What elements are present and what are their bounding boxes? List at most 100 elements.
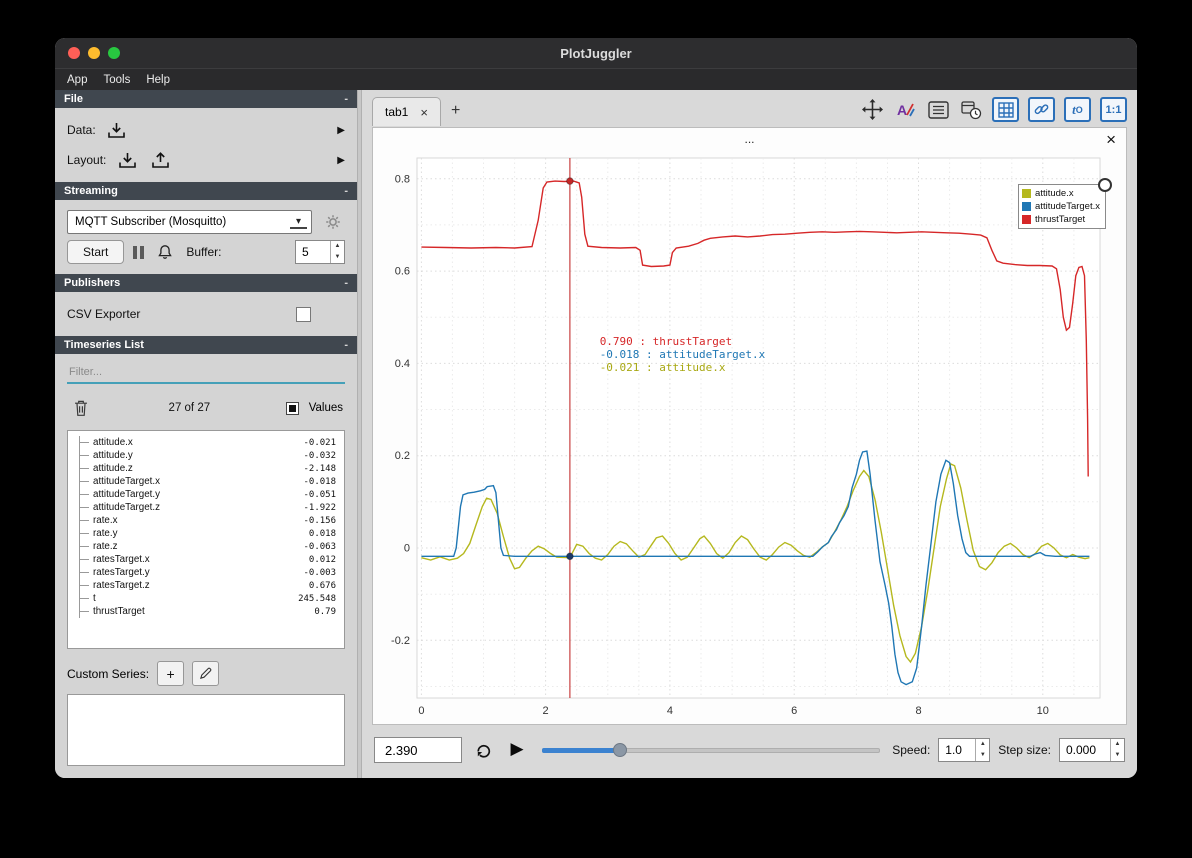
link-tracker-icon[interactable]	[1028, 97, 1055, 122]
timeseries-item-ratesTarget.z[interactable]: ratesTarget.z 0.676	[80, 579, 338, 592]
streaming-source-select[interactable]: MQTT Subscriber (Mosquitto) ▾	[67, 210, 312, 234]
add-custom-series-button[interactable]: +	[157, 661, 185, 686]
minimize-window-button[interactable]	[88, 47, 100, 59]
timeseries-name: ratesTarget.x	[93, 554, 150, 565]
legend-list-icon[interactable]	[926, 98, 950, 122]
menu-item-tools[interactable]: Tools	[95, 72, 138, 88]
spin-down-icon[interactable]: ▼	[976, 750, 989, 761]
svg-text:8: 8	[915, 705, 921, 717]
timeseries-item-rate.z[interactable]: rate.z -0.063	[80, 540, 338, 553]
zoom-window-button[interactable]	[108, 47, 120, 59]
menu-item-help[interactable]: Help	[138, 72, 178, 88]
custom-series-row: Custom Series: +	[55, 651, 357, 692]
pause-icon[interactable]	[133, 245, 145, 259]
section-title-file: File	[64, 93, 83, 105]
slider-handle[interactable]	[612, 743, 627, 757]
legend-item-attitude.x[interactable]: attitude.x	[1022, 187, 1100, 200]
tab-close-icon[interactable]: ×	[420, 105, 428, 120]
timeseries-name: rate.z	[93, 541, 118, 552]
spin-down-icon[interactable]: ▼	[331, 252, 344, 263]
t0-trim-icon[interactable]: tO	[1064, 97, 1091, 122]
start-button[interactable]: Start	[67, 240, 125, 264]
timeseries-item-rate.y[interactable]: rate.y 0.018	[80, 527, 338, 540]
timeseries-value: -0.032	[303, 450, 336, 461]
text-style-icon[interactable]: A	[893, 98, 917, 122]
loop-icon[interactable]	[470, 737, 496, 763]
timeseries-item-ratesTarget.x[interactable]: ratesTarget.x 0.012	[80, 553, 338, 566]
buffer-spinbox[interactable]: 5 ▲ ▼	[295, 240, 345, 264]
timeseries-item-rate.x[interactable]: rate.x -0.156	[80, 514, 338, 527]
load-layout-icon[interactable]	[115, 148, 139, 172]
collapse-icon[interactable]: -	[344, 185, 348, 197]
custom-series-list-box[interactable]	[67, 694, 345, 766]
timeseries-item-attitudeTarget.y[interactable]: attitudeTarget.y -0.051	[80, 488, 338, 501]
timeseries-item-thrustTarget[interactable]: thrustTarget 0.79	[80, 605, 338, 618]
datetime-clock-icon[interactable]	[959, 98, 983, 122]
plot-toolbar: A tO 1:1	[860, 97, 1127, 126]
data-label: Data:	[67, 123, 96, 137]
ratio-1-1-icon[interactable]: 1:1	[1100, 97, 1127, 122]
timeseries-item-attitudeTarget.x[interactable]: attitudeTarget.x -0.018	[80, 475, 338, 488]
collapse-icon[interactable]: -	[344, 277, 348, 289]
load-data-icon[interactable]	[105, 118, 129, 142]
time-slider[interactable]	[542, 739, 881, 761]
timeseries-item-attitudeTarget.z[interactable]: attitudeTarget.z -1.922	[80, 501, 338, 514]
svg-text:10: 10	[1037, 705, 1049, 717]
csv-exporter-checkbox[interactable]	[296, 306, 311, 322]
section-header-streaming[interactable]: Streaming -	[55, 182, 357, 200]
layout-expand-icon[interactable]: ▶	[337, 155, 345, 166]
data-expand-icon[interactable]: ▶	[337, 125, 345, 136]
legend-label: attitude.x	[1035, 188, 1074, 199]
legend-swatch	[1022, 202, 1032, 211]
plot-close-icon[interactable]: ×	[1106, 130, 1116, 150]
timeseries-list-box[interactable]: attitude.x -0.021 attitude.y -0.032 attitude…	[67, 430, 345, 649]
play-button[interactable]: ▶	[504, 737, 530, 763]
section-header-publishers[interactable]: Publishers -	[55, 274, 357, 292]
values-checkbox[interactable]	[285, 401, 299, 415]
svg-text:0.6: 0.6	[395, 266, 410, 278]
timeseries-item-attitude.z[interactable]: attitude.z -2.148	[80, 462, 338, 475]
grid-layout-icon[interactable]	[992, 97, 1019, 122]
collapse-icon[interactable]: -	[344, 93, 348, 105]
playback-bar: 2.390 ▶ Speed: 1.0 ▲▼ Step size: 0.000	[362, 730, 1137, 770]
notifications-bell-icon[interactable]	[153, 240, 177, 264]
timeseries-name: rate.y	[93, 528, 118, 539]
collapse-icon[interactable]: -	[344, 339, 348, 351]
timeseries-name: thrustTarget	[93, 606, 145, 617]
move-pan-icon[interactable]	[860, 98, 884, 122]
add-tab-button[interactable]: +	[441, 100, 470, 126]
spin-up-icon[interactable]: ▲	[976, 739, 989, 750]
streaming-settings-gear-icon[interactable]	[321, 210, 345, 234]
filter-input[interactable]	[67, 362, 345, 384]
tab-tab1[interactable]: tab1 ×	[372, 97, 441, 126]
legend-toggle-button[interactable]	[1098, 178, 1112, 192]
timeseries-item-attitude.x[interactable]: attitude.x -0.021	[80, 436, 338, 449]
spin-up-icon[interactable]: ▲	[1111, 739, 1124, 750]
spin-down-icon[interactable]: ▼	[1111, 750, 1124, 761]
timeseries-item-attitude.y[interactable]: attitude.y -0.032	[80, 449, 338, 462]
speed-spinbox[interactable]: 1.0 ▲ ▼	[938, 738, 991, 762]
timeseries-item-ratesTarget.y[interactable]: ratesTarget.y -0.003	[80, 566, 338, 579]
save-layout-icon[interactable]	[148, 148, 172, 172]
titlebar[interactable]: PlotJuggler	[55, 38, 1137, 68]
streaming-section-body: MQTT Subscriber (Mosquitto) ▾ Start Buff…	[55, 200, 357, 274]
tab-label: tab1	[385, 105, 409, 119]
section-header-timeseries[interactable]: Timeseries List -	[55, 336, 357, 354]
timeseries-value: -0.003	[303, 567, 336, 578]
timeseries-item-t[interactable]: t 245.548	[80, 592, 338, 605]
section-title-publishers: Publishers	[64, 277, 121, 289]
legend-item-attitudeTarget.x[interactable]: attitudeTarget.x	[1022, 200, 1100, 213]
app-window: PlotJuggler App Tools Help File - Data: ▶ …	[55, 38, 1137, 778]
delete-trash-icon[interactable]	[69, 396, 93, 420]
time-display[interactable]: 2.390	[374, 737, 462, 763]
spin-up-icon[interactable]: ▲	[331, 241, 344, 252]
close-window-button[interactable]	[68, 47, 80, 59]
edit-custom-series-button[interactable]	[192, 661, 220, 686]
legend-item-thrustTarget[interactable]: thrustTarget	[1022, 213, 1100, 226]
svg-text:-0.021 : attitude.x: -0.021 : attitude.x	[600, 361, 726, 374]
chart-svg[interactable]: 0 2 4 6 8 10 -0.2 0 0.2 0.4 0.6 0.8 0.790 : thrustT…	[373, 152, 1126, 724]
step-size-spinbox[interactable]: 0.000 ▲ ▼	[1059, 738, 1125, 762]
menu-item-app[interactable]: App	[59, 72, 95, 88]
timeseries-name: attitude.x	[93, 437, 133, 448]
section-header-file[interactable]: File -	[55, 90, 357, 108]
